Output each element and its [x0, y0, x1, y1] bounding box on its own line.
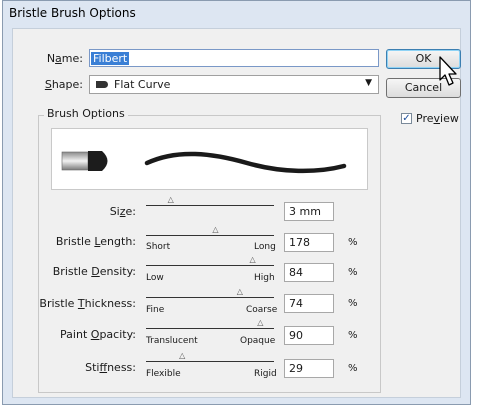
- bristle-density-slider-thumb[interactable]: △: [250, 256, 256, 264]
- bristle-thickness-min-label: Fine: [146, 305, 165, 315]
- paint-opacity-input[interactable]: 90: [284, 326, 334, 345]
- bristle-density-slider-track[interactable]: [146, 265, 274, 266]
- preview-label: Preview: [416, 112, 459, 125]
- brush-preview-svg: [61, 151, 347, 174]
- bristle-length-unit: %: [348, 237, 358, 248]
- size-label: Size:: [109, 205, 136, 218]
- stiffness-slider-track[interactable]: [146, 361, 274, 362]
- paint-opacity-label: Paint Opacity:: [60, 328, 136, 341]
- bristle-length-slider-track[interactable]: [146, 235, 274, 236]
- bristle-length-label: Bristle Length:: [55, 235, 136, 248]
- stiffness-slider-thumb[interactable]: △: [179, 352, 185, 360]
- bristle-length-min-label: Short: [146, 242, 171, 252]
- bristle-length-input[interactable]: 178: [284, 233, 334, 252]
- bristle-thickness-input[interactable]: 74: [284, 294, 334, 313]
- bristle-density-min-label: Low: [146, 273, 164, 283]
- bristle-thickness-slider-track[interactable]: [146, 297, 274, 298]
- chevron-down-icon: ▼: [365, 78, 372, 88]
- bristle-density-input[interactable]: 84: [284, 263, 334, 282]
- bristle-thickness-label: Bristle Thickness:: [39, 297, 136, 310]
- shape-label: Shape:: [44, 78, 83, 91]
- stiffness-input[interactable]: 29: [284, 359, 334, 378]
- name-input-value: Filbert: [91, 52, 130, 65]
- name-input[interactable]: Filbert: [89, 49, 379, 67]
- stiffness-unit: %: [348, 363, 358, 374]
- paint-opacity-slider-thumb[interactable]: △: [257, 319, 263, 327]
- stiffness-label: Stiffness:: [85, 361, 136, 374]
- flat-brush-tip-icon: [96, 81, 108, 88]
- dialog-title: Bristle Brush Options: [9, 6, 136, 20]
- bristle-thickness-slider-thumb[interactable]: △: [237, 288, 243, 296]
- paint-opacity-min-label: Translucent: [146, 336, 198, 346]
- stiffness-max-label: Rigid: [254, 369, 277, 379]
- brush-options-legend: Brush Options: [44, 107, 128, 120]
- bristle-brush-options-dialog: Bristle Brush Options Name: Filbert Shap…: [2, 0, 471, 405]
- brush-stroke-preview: [51, 128, 368, 190]
- name-label: Name:: [46, 52, 83, 65]
- mouse-cursor-icon: [439, 56, 457, 86]
- paint-opacity-unit: %: [348, 330, 358, 341]
- size-slider-track[interactable]: [146, 205, 274, 206]
- paint-opacity-slider-track[interactable]: [146, 328, 274, 329]
- size-input[interactable]: 3 mm: [284, 202, 334, 221]
- bristle-density-max-label: High: [254, 273, 275, 283]
- bristle-density-unit: %: [348, 267, 358, 278]
- bristle-length-slider-thumb[interactable]: △: [212, 226, 218, 234]
- bristle-length-max-label: Long: [254, 242, 276, 252]
- bristle-thickness-unit: %: [348, 298, 358, 309]
- size-slider-thumb[interactable]: △: [168, 196, 174, 204]
- shape-dropdown[interactable]: Flat Curve ▼: [89, 75, 379, 94]
- stiffness-min-label: Flexible: [146, 369, 181, 379]
- preview-checkbox[interactable]: ✓: [401, 113, 412, 124]
- shape-dropdown-value: Flat Curve: [114, 78, 171, 91]
- paint-opacity-max-label: Opaque: [240, 336, 276, 346]
- brush-tip-icon: [61, 151, 108, 171]
- bristle-thickness-max-label: Coarse: [246, 305, 278, 315]
- bristle-density-label: Bristle Density:: [52, 265, 136, 278]
